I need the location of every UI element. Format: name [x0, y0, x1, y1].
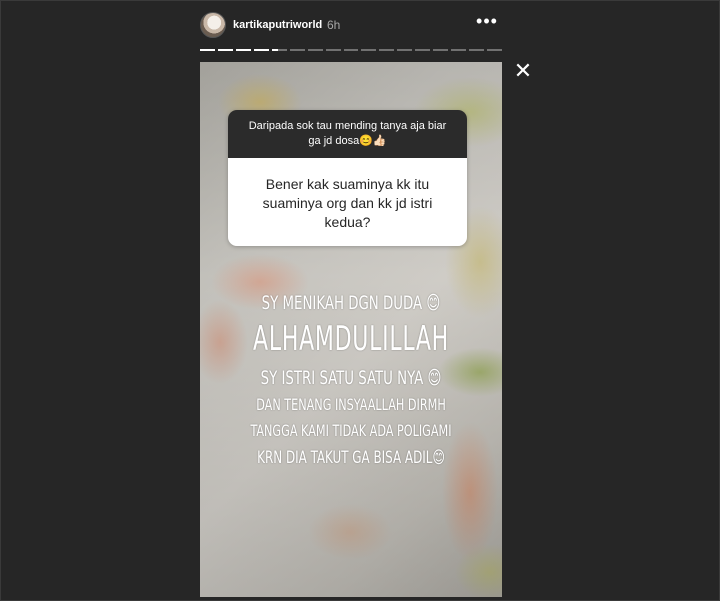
post-time: 6h — [327, 18, 341, 32]
progress-segment — [361, 49, 377, 51]
more-options-icon[interactable]: ••• — [476, 10, 498, 36]
progress-segment — [253, 49, 269, 51]
progress-segment — [271, 49, 287, 51]
progress-segment — [289, 49, 305, 51]
progress-segment — [343, 49, 359, 51]
progress-segment — [487, 49, 502, 51]
question-prompt: Daripada sok tau mending tanya aja biar … — [228, 110, 467, 158]
progress-segment — [200, 49, 215, 51]
username-link[interactable]: kartikaputriworld — [233, 19, 322, 31]
caption-line-1: SY MENIKAH DGN DUDA 😊 — [261, 292, 441, 314]
avatar[interactable] — [200, 12, 226, 38]
caption-line-3: SY ISTRI SATU SATU NYA 😊 — [260, 367, 442, 389]
caption-line-5: TANGGA KAMI TIDAK ADA POLIGAMI — [250, 421, 452, 440]
progress-segment — [307, 49, 323, 51]
story-caption: SY MENIKAH DGN DUDA 😊 ALHAMDULILLAH SY I… — [200, 290, 502, 472]
progress-segment — [451, 49, 467, 51]
story-media[interactable]: Daripada sok tau mending tanya aja biar … — [200, 62, 502, 597]
caption-line-6: KRN DIA TAKUT GA BISA ADIL😊 — [257, 448, 445, 468]
close-icon[interactable]: ✕ — [512, 60, 534, 82]
story-progress-bar — [200, 49, 502, 51]
caption-line-2: ALHAMDULILLAH — [253, 319, 449, 359]
progress-segment — [325, 49, 341, 51]
progress-segment — [433, 49, 449, 51]
progress-segment — [379, 49, 395, 51]
progress-segment — [415, 49, 431, 51]
question-answer: Bener kak suaminya kk itu suaminya org d… — [228, 158, 467, 246]
progress-segment — [235, 49, 251, 51]
question-sticker: Daripada sok tau mending tanya aja biar … — [228, 110, 467, 246]
caption-line-4: DAN TENANG INSYAALLAH DIRMH — [256, 395, 446, 414]
progress-segment — [217, 49, 233, 51]
progress-segment — [397, 49, 413, 51]
progress-segment — [469, 49, 484, 51]
story-header: kartikaputriworld 6h ••• — [200, 10, 502, 40]
